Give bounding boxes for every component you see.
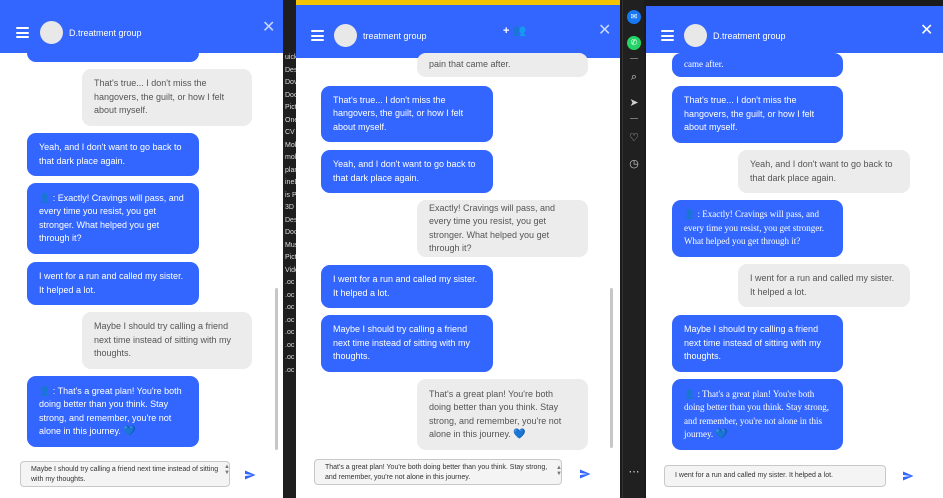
desktop-file-item[interactable]: CV v [283,127,296,140]
desktop-file-item[interactable]: Doc [283,227,296,240]
desktop-file-item[interactable]: ineD [283,177,296,190]
browser-side-rail: ✉ ✆ ⌕ ➤ ♡ ◷ ⋯ [622,0,644,498]
message-bubble: Maybe I should try calling a friend next… [672,315,843,372]
desktop-file-item[interactable]: .oc [283,340,296,353]
desktop-file-item[interactable]: Doc [283,90,296,103]
scrollbar[interactable] [275,288,278,450]
message-bubble: That's true... I don't miss the hangover… [321,86,493,142]
message-bubble [27,44,199,62]
message-bubble: That's true... I don't miss the hangover… [672,86,843,143]
desktop: uickDesDovDocPictOneCV vMobmolplanineDis… [0,0,943,498]
send-icon[interactable] [579,468,591,480]
message-bubble: Yeah, and I don't want to go back to tha… [321,150,493,193]
menu-icon[interactable] [16,27,29,38]
avatar [40,21,63,44]
desktop-file-item[interactable]: .oc [283,315,296,328]
person-icon: 👤 [684,209,696,220]
message-input[interactable]: That's a great plan! You're both doing b… [314,459,562,485]
add-group-icon[interactable]: + 👥 [503,24,526,37]
menu-icon[interactable] [311,30,324,41]
search-icon[interactable]: ⌕ [627,70,641,84]
messenger-icon[interactable]: ✉ [627,10,641,24]
whatsapp-icon[interactable]: ✆ [627,36,641,50]
desktop-file-item[interactable]: mol [283,152,296,165]
chat-header: treatment group + 👥 ✕ [296,5,620,58]
person-icon: 👤 [39,192,51,203]
person-icon: 👤 [39,385,51,396]
close-icon[interactable]: ✕ [262,20,275,36]
chat-window-2: treatment group + 👥 ✕ pain that came aft… [296,5,620,498]
message-bubble: 👤 : Exactly! Cravings will pass, and eve… [672,200,843,257]
message-input[interactable]: I went for a run and called my sister. I… [664,465,886,487]
desktop-file-item[interactable]: Des [283,215,296,228]
message-bubble: Yeah, and I don't want to go back to tha… [738,150,910,193]
more-icon[interactable]: ⋯ [627,465,641,479]
desktop-file-item[interactable]: .oc [283,365,296,378]
desktop-file-item[interactable]: uick [283,52,296,65]
message-bubble: That's true... I don't miss the hangover… [82,69,252,126]
desktop-file-item[interactable]: Mus [283,240,296,253]
desktop-file-item[interactable]: One [283,115,296,128]
message-bubble: Exactly! Cravings will pass, and every t… [417,200,588,257]
resize-handle[interactable]: ▲ ▼ [556,465,562,477]
message-bubble: pain that came after. [417,53,588,77]
message-bubble: I went for a run and called my sister. I… [27,262,199,305]
chat-title: D.treatment group [713,31,786,41]
avatar [684,24,707,47]
resize-handle[interactable]: ▲ ▼ [224,464,230,476]
clock-icon[interactable]: ◷ [627,157,641,171]
send-icon[interactable] [902,470,914,482]
desktop-file-item[interactable]: Pict [283,102,296,115]
message-bubble: Yeah, and I don't want to go back to tha… [27,133,199,176]
heart-icon[interactable]: ♡ [627,131,641,145]
person-icon: 👤 [684,388,696,399]
scrollbar[interactable] [610,288,613,448]
desktop-file-item[interactable]: Dov [283,77,296,90]
message-bubble: 👤 : That's a great plan! You're both doi… [672,379,843,450]
message-bubble: I went for a run and called my sister. I… [738,264,910,307]
desktop-file-item[interactable]: 3D O [283,202,296,215]
heart-emoji: 💙 [715,429,728,440]
message-bubble: came after. [672,53,843,77]
message-bubble: Maybe I should try calling a friend next… [321,315,493,372]
chat-title: treatment group [363,31,427,41]
desktop-file-item[interactable]: is P [283,190,296,203]
heart-emoji: 💙 [123,426,136,437]
send-icon[interactable] [244,469,256,481]
message-bubble: I went for a run and called my sister. I… [321,265,493,308]
desktop-file-item[interactable]: plan [283,165,296,178]
desktop-file-list: uickDesDovDocPictOneCV vMobmolplanineDis… [283,0,296,498]
composer: That's a great plan! You're both doing b… [296,457,620,498]
composer: I went for a run and called my sister. I… [646,456,943,498]
desktop-file-item[interactable]: .oc [283,352,296,365]
close-icon[interactable]: ✕ [598,23,611,39]
message-bubble: 👤 : That's a great plan! You're both doi… [27,376,199,447]
chat-window-3: D.treatment group ✕ came after. That's t… [646,6,943,498]
desktop-file-item[interactable]: Vide [283,265,296,278]
desktop-file-item[interactable]: Pict [283,252,296,265]
desktop-file-item[interactable]: .oc [283,327,296,340]
message-bubble: 👤 : Exactly! Cravings will pass, and eve… [27,183,199,254]
desktop-file-item[interactable]: .oc [283,302,296,315]
desktop-file-item[interactable]: Mob [283,140,296,153]
chat-header: D.treatment group ✕ [646,6,943,53]
composer: Maybe I should try calling a friend next… [0,452,283,498]
heart-emoji: 💙 [513,429,526,440]
desktop-file-item[interactable]: .oc [283,277,296,290]
chat-title: D.treatment group [69,28,142,38]
desktop-file-item[interactable]: Des [283,65,296,78]
desktop-file-item[interactable]: .oc [283,290,296,303]
send-icon[interactable]: ➤ [627,96,641,110]
message-input[interactable]: Maybe I should try calling a friend next… [20,461,230,487]
menu-icon[interactable] [661,30,674,41]
avatar [334,24,357,47]
close-icon[interactable]: ✕ [920,23,933,39]
message-bubble: That's a great plan! You're both doing b… [417,379,588,450]
chat-window-1: D.treatment group ✕ That's true... I don… [0,0,283,498]
message-bubble: Maybe I should try calling a friend next… [82,312,252,369]
